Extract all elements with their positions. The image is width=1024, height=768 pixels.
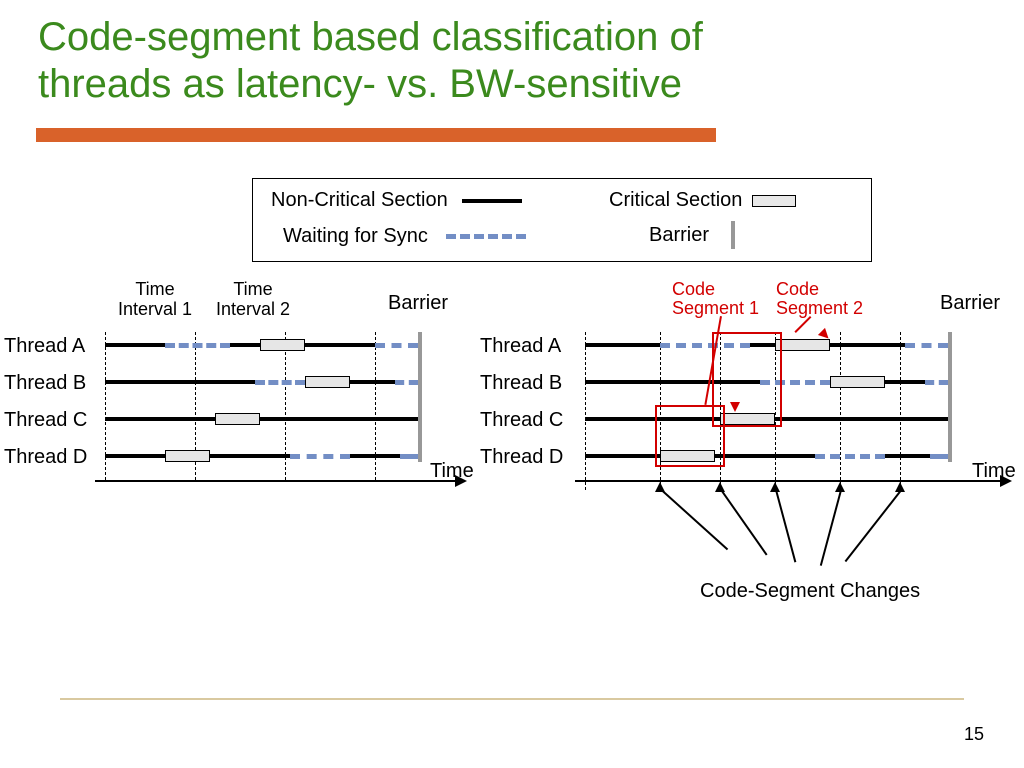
seg [830,343,905,347]
conv-4 [820,490,842,566]
right-barrier-bar [948,332,952,462]
seg [260,339,305,351]
seg [400,454,418,459]
legend-noncritical-sample [462,199,522,203]
seg [395,380,418,385]
seg [105,380,255,384]
right-thread-a-label: Thread A [480,335,561,358]
red-arrow-1-head [730,402,740,412]
legend-box: Non-Critical Section Critical Section Wa… [252,178,872,262]
legend-waiting-label: Waiting for Sync [283,225,428,248]
seg [260,417,418,421]
seg [305,376,350,388]
seg [230,343,260,347]
conv-5 [845,490,902,562]
legend-noncritical-label: Non-Critical Section [271,189,448,212]
page-number: 15 [964,724,984,745]
seg [585,454,660,458]
legend-barrier-label: Barrier [649,224,709,247]
footer-rule [60,698,964,700]
title-line-2: threads as latency- vs. BW-sensitive [38,62,682,106]
seg [255,380,305,385]
seg [775,417,948,421]
left-time-axis [95,480,455,482]
right-thread-c-label: Thread C [480,409,563,432]
conv-3 [775,489,796,562]
code-segment-2-label: Code Segment 2 [776,280,863,318]
diagram-area: Time Interval 1 Time Interval 2 Barrier … [0,280,1024,550]
title-underline [36,128,716,142]
code-segment-1-label: Code Segment 1 [672,280,759,318]
seg [815,454,885,459]
left-time-axis-label: Time [430,460,474,483]
time-interval-2-label: Time Interval 2 [216,280,290,320]
seg [905,343,948,348]
left-barrier-bar [418,332,422,462]
conv-head [770,482,780,492]
seg [105,343,165,347]
seg [585,343,660,347]
conv-2 [720,489,768,556]
legend-barrier-sample [731,221,735,249]
right-time-axis [575,480,1000,482]
time-interval-1-label: Time Interval 1 [118,280,192,320]
seg [305,343,375,347]
conv-head [655,482,665,492]
seg [105,417,215,421]
seg [165,450,210,462]
seg [210,454,290,458]
code-segment-changes-label: Code-Segment Changes [700,580,920,603]
seg [925,380,948,385]
code-segment-2-highlight [712,332,782,427]
slide-title: Code-segment based classification of thr… [0,0,1024,108]
seg [105,454,165,458]
seg [350,380,395,384]
legend-critical-sample [752,195,796,207]
seg [715,454,815,458]
right-barrier-label: Barrier [940,292,1000,315]
seg [165,343,230,348]
right-tick-6 [900,332,901,490]
seg [775,339,830,351]
seg [375,343,418,348]
left-thread-a-label: Thread A [4,335,85,358]
left-thread-d-label: Thread D [4,446,87,469]
conv-head [835,482,845,492]
seg [215,413,260,425]
conv-head [895,482,905,492]
left-thread-c-label: Thread C [4,409,87,432]
right-tick-1 [585,332,586,490]
seg [290,454,350,459]
seg [930,454,948,459]
right-tick-5 [840,332,841,490]
seg [350,454,400,458]
right-thread-b-label: Thread B [480,372,562,395]
conv-1 [660,489,728,551]
conv-head [715,482,725,492]
red-arrow-2 [794,316,811,333]
legend-critical-label: Critical Section [609,189,742,212]
seg [830,376,885,388]
seg [885,454,930,458]
title-line-1: Code-segment based classification of [38,15,703,59]
right-time-axis-label: Time [972,460,1016,483]
right-thread-d-label: Thread D [480,446,563,469]
seg [885,380,925,384]
legend-waiting-sample [446,234,526,239]
left-thread-b-label: Thread B [4,372,86,395]
left-barrier-label: Barrier [388,292,448,315]
